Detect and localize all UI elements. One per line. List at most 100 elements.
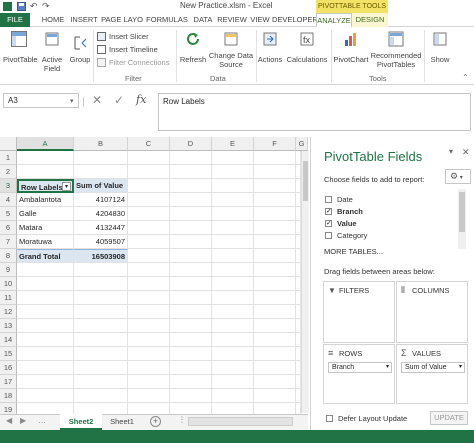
grid-cell[interactable]: [254, 235, 296, 249]
insert-function-icon[interactable]: fx: [136, 93, 146, 106]
grid-cell[interactable]: [170, 165, 212, 179]
update-button[interactable]: UPDATE: [430, 411, 468, 425]
tab-insert[interactable]: INSERT: [68, 13, 100, 27]
grid-cell[interactable]: [17, 389, 74, 403]
grid-cell[interactable]: [212, 333, 254, 347]
grid-cell[interactable]: [74, 305, 128, 319]
grid-cell[interactable]: [128, 389, 170, 403]
pivot-header-row-labels[interactable]: Row Labels ▾: [17, 179, 74, 193]
grid-cell[interactable]: [254, 249, 296, 263]
tab-file[interactable]: FILE: [0, 13, 30, 27]
grid-cell[interactable]: [170, 291, 212, 305]
row-header[interactable]: 18: [0, 389, 17, 403]
grid-cell[interactable]: [170, 179, 212, 193]
select-all-corner[interactable]: [0, 137, 17, 151]
grid-cell[interactable]: [128, 375, 170, 389]
field-checkbox-branch[interactable]: ✓: [325, 208, 332, 215]
tab-home[interactable]: HOME: [38, 13, 68, 27]
grid-cell[interactable]: [74, 375, 128, 389]
pivot-row-value[interactable]: 4059507: [74, 235, 128, 249]
filters-area[interactable]: ▼ FILTERS: [323, 281, 395, 343]
grid-cell[interactable]: [212, 361, 254, 375]
grid-cell[interactable]: [254, 361, 296, 375]
values-field-sum-of-value[interactable]: Sum of Value ▾: [401, 362, 465, 373]
grid-cell[interactable]: [128, 207, 170, 221]
grid-cell[interactable]: [74, 361, 128, 375]
refresh-button[interactable]: Refresh: [179, 29, 207, 71]
sheet-tab-sheet1[interactable]: Sheet1: [102, 414, 142, 430]
insert-timeline-button[interactable]: Insert Timeline: [97, 44, 175, 55]
more-sheets-icon[interactable]: …: [38, 416, 46, 425]
calculations-button[interactable]: fx Calculations: [285, 29, 329, 71]
save-icon[interactable]: [17, 2, 26, 11]
undo-icon[interactable]: ↶: [30, 2, 39, 11]
grid-cell[interactable]: [212, 263, 254, 277]
grid-cell[interactable]: [170, 389, 212, 403]
pane-options-icon[interactable]: ▾: [449, 147, 453, 156]
grid-cell[interactable]: [128, 221, 170, 235]
grid-cell[interactable]: [170, 235, 212, 249]
grid-cell[interactable]: [254, 207, 296, 221]
grid-cell[interactable]: [212, 319, 254, 333]
tab-developer[interactable]: DEVELOPER: [272, 13, 318, 27]
grid-cell[interactable]: [128, 277, 170, 291]
grid-cell[interactable]: [128, 263, 170, 277]
pivot-row-value[interactable]: 4204830: [74, 207, 128, 221]
row-header[interactable]: 16: [0, 361, 17, 375]
tab-analyze[interactable]: ANALYZE: [316, 13, 352, 27]
grid-cell[interactable]: [74, 263, 128, 277]
tab-page-layout[interactable]: PAGE LAYO: [100, 13, 144, 27]
collapse-ribbon-icon[interactable]: ⌃: [462, 73, 469, 82]
field-list-scroll-thumb[interactable]: [459, 192, 465, 232]
grid-cell[interactable]: [170, 263, 212, 277]
prev-sheet-icon[interactable]: ◀: [6, 416, 12, 425]
tab-design[interactable]: DESIGN: [352, 13, 388, 27]
formula-input[interactable]: Row Labels: [158, 93, 471, 131]
row-header[interactable]: 13: [0, 319, 17, 333]
row-header[interactable]: 15: [0, 347, 17, 361]
grid-cell[interactable]: [212, 389, 254, 403]
row-header[interactable]: 3: [0, 179, 17, 193]
grid-cell[interactable]: [74, 165, 128, 179]
recommended-pivottables-button[interactable]: Recommended PivotTables: [369, 29, 423, 75]
grid-cell[interactable]: [128, 249, 170, 263]
grid-cell[interactable]: [254, 389, 296, 403]
grid-cell[interactable]: [74, 347, 128, 361]
grid-cell[interactable]: [17, 263, 74, 277]
pivotchart-button[interactable]: PivotChart: [333, 29, 369, 71]
grid-cell[interactable]: [170, 193, 212, 207]
cancel-icon[interactable]: ✕: [92, 93, 102, 107]
redo-icon[interactable]: ↷: [42, 2, 51, 11]
rows-field-dropdown-icon[interactable]: ▾: [386, 363, 389, 372]
grid-cell[interactable]: [212, 347, 254, 361]
row-header[interactable]: 7: [0, 235, 17, 249]
grid-cell[interactable]: [17, 375, 74, 389]
tab-formulas[interactable]: FORMULAS: [144, 13, 190, 27]
grid-cell[interactable]: [170, 277, 212, 291]
column-header-a[interactable]: A: [17, 137, 74, 151]
grid-cell[interactable]: [254, 319, 296, 333]
grid-cell[interactable]: [170, 347, 212, 361]
grid-cell[interactable]: [74, 333, 128, 347]
grid-cell[interactable]: [17, 347, 74, 361]
grid-cell[interactable]: [17, 361, 74, 375]
columns-area[interactable]: ⦀ COLUMNS: [396, 281, 468, 343]
field-checkbox-category[interactable]: [325, 232, 332, 239]
grid-cell[interactable]: [17, 165, 74, 179]
grid-cell[interactable]: [212, 207, 254, 221]
row-header[interactable]: 17: [0, 375, 17, 389]
defer-layout-checkbox[interactable]: [326, 415, 333, 422]
grid-cell[interactable]: [212, 221, 254, 235]
row-header[interactable]: 8: [0, 249, 17, 263]
insert-slicer-button[interactable]: Insert Slicer: [97, 31, 175, 42]
horizontal-scrollbar[interactable]: [188, 417, 293, 426]
column-header-b[interactable]: B: [74, 137, 128, 151]
grid-cell[interactable]: [74, 389, 128, 403]
grid-cell[interactable]: [17, 319, 74, 333]
grid-cell[interactable]: [170, 375, 212, 389]
pivot-row-label[interactable]: Moratuwa: [17, 235, 74, 249]
grid-cell[interactable]: [17, 151, 74, 165]
field-checkbox-date[interactable]: [325, 196, 332, 203]
grid-cell[interactable]: [128, 151, 170, 165]
pivot-row-label[interactable]: Galle: [17, 207, 74, 221]
